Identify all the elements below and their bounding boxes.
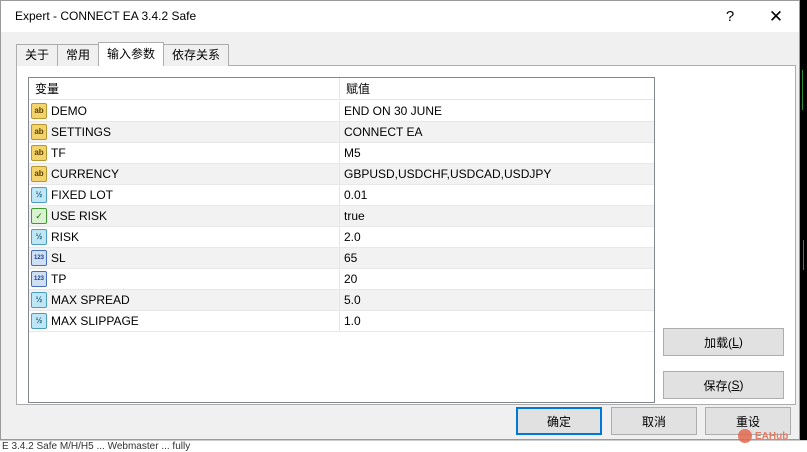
parameter-name: SETTINGS: [51, 125, 112, 139]
expert-dialog: Expert - CONNECT EA 3.4.2 Safe ? ✕ 关于 常用…: [0, 0, 800, 440]
load-hotkey: L: [732, 335, 739, 349]
table-row[interactable]: 123 SL 65: [29, 248, 654, 269]
table-row[interactable]: ½ RISK 2.0: [29, 227, 654, 248]
string-type-icon: ab: [31, 124, 47, 140]
table-row[interactable]: ½ MAX SLIPPAGE 1.0: [29, 311, 654, 332]
watermark: EAHub: [738, 429, 788, 443]
parameter-name-cell: ½ MAX SPREAD: [29, 290, 340, 310]
table-row[interactable]: ab DEMO END ON 30 JUNE: [29, 101, 654, 122]
parameter-name-cell: ab DEMO: [29, 101, 340, 121]
table-header: 变量 赋值: [29, 78, 654, 100]
parameter-value[interactable]: 1.0: [340, 311, 654, 331]
parameter-name: CURRENCY: [51, 167, 120, 181]
ok-button[interactable]: 确定: [516, 407, 602, 435]
watermark-logo-icon: [738, 429, 752, 443]
help-icon: ?: [725, 8, 735, 25]
background-status-text: E 3.4.2 Safe M/H/H5 ... Webmaster ... fu…: [2, 441, 191, 452]
parameter-name-cell: 123 SL: [29, 248, 340, 268]
table-row[interactable]: ab SETTINGS CONNECT EA: [29, 122, 654, 143]
parameter-name-cell: ½ FIXED LOT: [29, 185, 340, 205]
background-candle: [802, 70, 803, 110]
table-body: ab DEMO END ON 30 JUNE ab SETTINGS CONNECT EA…: [29, 101, 654, 332]
double-type-icon: ½: [31, 313, 47, 329]
parameter-name: RISK: [51, 230, 80, 244]
parameter-name-cell: ½ MAX SLIPPAGE: [29, 311, 340, 331]
parameter-value[interactable]: 5.0: [340, 290, 654, 310]
parameter-value[interactable]: CONNECT EA: [340, 122, 654, 142]
background-candle: [803, 240, 804, 270]
parameter-name-cell: 123 TP: [29, 269, 340, 289]
tab-strip: 关于 常用 输入参数 依存关系: [16, 42, 230, 66]
parameter-value[interactable]: 65: [340, 248, 654, 268]
save-hotkey: S: [731, 378, 740, 392]
double-type-icon: ½: [31, 292, 47, 308]
parameters-table: 变量 赋值 ab DEMO END ON 30 JUNE ab SETTINGS CONN…: [28, 77, 655, 403]
load-button[interactable]: 加载(L): [663, 328, 784, 356]
parameter-name: SL: [51, 251, 66, 265]
double-type-icon: ½: [31, 229, 47, 245]
background-status-bar: E 3.4.2 Safe M/H/H5 ... Webmaster ... fu…: [0, 440, 807, 452]
save-label: 保存(: [703, 378, 732, 393]
save-button[interactable]: 保存(S): [663, 371, 784, 399]
parameter-name: USE RISK: [51, 209, 108, 223]
column-header-variable[interactable]: 变量: [29, 78, 340, 100]
parameter-name-cell: ab SETTINGS: [29, 122, 340, 142]
title-bar[interactable]: Expert - CONNECT EA 3.4.2 Safe ? ✕: [1, 1, 799, 32]
table-row[interactable]: ½ FIXED LOT 0.01: [29, 185, 654, 206]
parameter-name-cell: ½ RISK: [29, 227, 340, 247]
parameter-name: TF: [51, 146, 66, 160]
background-chart-right: [799, 0, 807, 452]
parameter-name-cell: ab TF: [29, 143, 340, 163]
parameter-name: TP: [51, 272, 67, 286]
parameter-value[interactable]: M5: [340, 143, 654, 163]
integer-type-icon: 123: [31, 271, 47, 287]
close-icon: ✕: [768, 6, 784, 26]
table-row[interactable]: ✓ USE RISK true: [29, 206, 654, 227]
parameter-value[interactable]: 20: [340, 269, 654, 289]
table-row[interactable]: ab CURRENCY GBPUSD,USDCHF,USDCAD,USDJPY: [29, 164, 654, 185]
tab-common[interactable]: 常用: [57, 44, 100, 66]
table-row[interactable]: ab TF M5: [29, 143, 654, 164]
tab-dependencies[interactable]: 依存关系: [163, 44, 230, 66]
tab-about[interactable]: 关于: [16, 44, 59, 66]
close-button[interactable]: ✕: [753, 1, 799, 32]
watermark-text: EAHub: [755, 430, 789, 442]
parameter-value[interactable]: true: [340, 206, 654, 226]
table-row[interactable]: ½ MAX SPREAD 5.0: [29, 290, 654, 311]
parameter-name: FIXED LOT: [51, 188, 114, 202]
load-label: 加载(: [704, 335, 733, 350]
tab-inputs[interactable]: 输入参数: [98, 42, 165, 66]
table-row[interactable]: 123 TP 20: [29, 269, 654, 290]
parameter-name: DEMO: [51, 104, 87, 118]
parameter-name-cell: ✓ USE RISK: [29, 206, 340, 226]
parameter-value[interactable]: END ON 30 JUNE: [340, 101, 654, 121]
help-button[interactable]: ?: [707, 1, 753, 32]
parameter-value[interactable]: 2.0: [340, 227, 654, 247]
cancel-button[interactable]: 取消: [611, 407, 697, 435]
window-title: Expert - CONNECT EA 3.4.2 Safe: [15, 9, 197, 23]
load-label-end: ): [738, 335, 743, 349]
string-type-icon: ab: [31, 145, 47, 161]
column-header-value[interactable]: 赋值: [340, 78, 654, 100]
string-type-icon: ab: [31, 103, 47, 119]
string-type-icon: ab: [31, 166, 47, 182]
parameter-name: MAX SLIPPAGE: [51, 314, 139, 328]
boolean-type-icon: ✓: [31, 208, 47, 224]
parameter-name: MAX SPREAD: [51, 293, 130, 307]
parameter-name-cell: ab CURRENCY: [29, 164, 340, 184]
integer-type-icon: 123: [31, 250, 47, 266]
save-label-end: ): [739, 378, 744, 392]
parameter-value[interactable]: 0.01: [340, 185, 654, 205]
parameter-value[interactable]: GBPUSD,USDCHF,USDCAD,USDJPY: [340, 164, 654, 184]
double-type-icon: ½: [31, 187, 47, 203]
